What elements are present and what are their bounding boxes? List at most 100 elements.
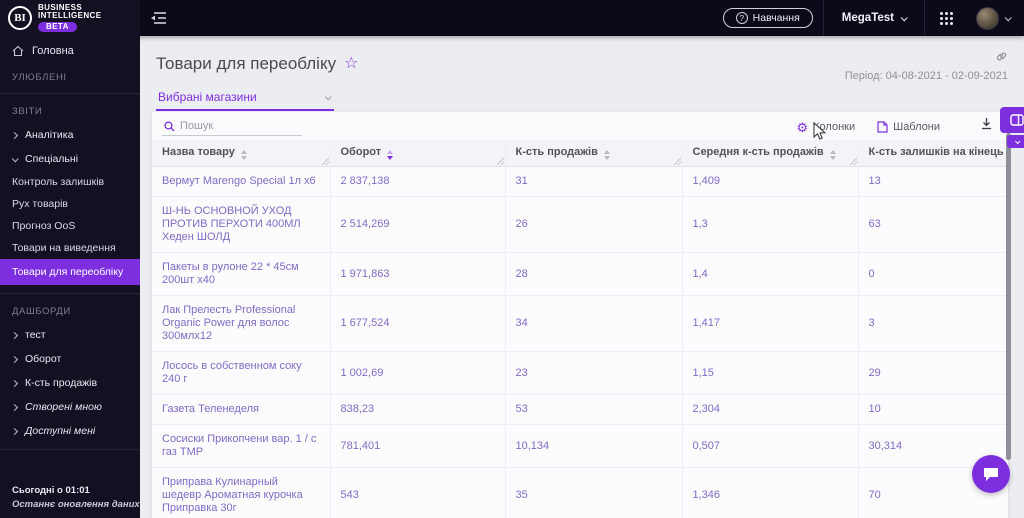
avatar <box>976 6 999 30</box>
value-cell: 0 <box>857 252 1008 296</box>
product-name-cell[interactable]: Газета Теленеделя <box>152 394 330 425</box>
value-cell: 34 <box>504 295 682 352</box>
value-cell: 838,23 <box>329 394 505 425</box>
header-stock-end[interactable]: К-сть залишків на кінець періоду <box>857 140 1008 167</box>
sidebar-dashboard-item[interactable]: К-сть продажів <box>0 371 140 395</box>
value-cell: 781,401 <box>329 424 505 468</box>
training-button[interactable]: ? Навчання <box>722 8 813 28</box>
chat-bubble-icon <box>984 468 998 481</box>
chevron-right-icon <box>10 131 19 139</box>
table-body: Вермут Marengo Special 1л х6 2 837,138 31 1… <box>152 166 1008 518</box>
value-cell: 543 <box>329 467 505 518</box>
header-avg-sales[interactable]: Середня к-сть продажів <box>681 140 858 167</box>
templates-button[interactable]: Шаблони <box>877 121 940 133</box>
vertical-scrollbar[interactable] <box>1006 133 1011 460</box>
sidebar-group-special[interactable]: Спеціальні <box>0 147 140 171</box>
columns-label: Колонки <box>813 121 856 133</box>
home-icon <box>12 45 24 57</box>
search-box[interactable] <box>162 118 302 136</box>
chevron-right-icon <box>10 331 19 339</box>
share-link-icon[interactable] <box>995 50 1008 68</box>
sidebar-dashboard-item[interactable]: Створені мною <box>0 395 140 419</box>
panel-icon <box>1010 114 1024 126</box>
sidebar-dashboard-item[interactable]: тест <box>0 323 140 347</box>
sort-icon-active <box>387 150 394 160</box>
data-update-status: Сьогодні о 01:01 Останнє оновлення даних <box>12 484 140 512</box>
value-cell: 28 <box>504 252 682 296</box>
question-icon: ? <box>735 12 748 24</box>
product-name-cell[interactable]: Пакеты в рулоне 22 * 45см 200шт х40 <box>152 252 330 296</box>
table-row[interactable]: Ш-НЬ ОСНОВНОЙ УХОД ПРОТИВ ПЕРХОТИ 400МЛ … <box>152 196 1008 253</box>
sidebar-report-item[interactable]: Товари для переобліку <box>0 259 140 285</box>
column-resize-handle[interactable] <box>496 157 504 165</box>
template-icon <box>877 121 888 133</box>
side-panel-button[interactable] <box>1000 107 1024 133</box>
product-name-cell[interactable]: Лосось в собственном соку 240 г <box>152 351 330 395</box>
favorites-section-label: УЛЮБЛЕНІ <box>12 72 67 83</box>
header-turnover[interactable]: Оборот <box>329 140 505 167</box>
sidebar-dashboard-item[interactable]: Оборот <box>0 347 140 371</box>
sidebar: BI BUSINESS INTELLIGENCE BETA Головна УЛ… <box>0 0 140 518</box>
home-label: Головна <box>32 45 74 57</box>
value-cell: 1 971,863 <box>329 252 505 296</box>
app-logo[interactable]: BI BUSINESS INTELLIGENCE BETA <box>0 0 140 36</box>
dashboards-list: тест Оборот К-сть продажів Створені мною Дос… <box>0 323 140 443</box>
value-cell: 35 <box>504 467 682 518</box>
store-filter-select[interactable]: Вибрані магазини <box>156 86 334 111</box>
product-name-cell[interactable]: Приправа Кулинарный шедевр Ароматная кур… <box>152 467 330 518</box>
table-row[interactable]: Сосиски Прикопчени вар. 1 / с газ ТМР 781… <box>152 424 1008 468</box>
search-input[interactable] <box>180 120 298 132</box>
value-cell: 23 <box>504 351 682 395</box>
table-row[interactable]: Газета Теленеделя 838,23 53 2,304 10 <box>152 394 1008 425</box>
sort-icon <box>829 150 836 160</box>
period-label: Період: 04-08-2021 - 02-09-2021 <box>844 70 1008 82</box>
user-menu[interactable] <box>968 0 1024 36</box>
product-name-cell[interactable]: Ш-НЬ ОСНОВНОЙ УХОД ПРОТИВ ПЕРХОТИ 400МЛ … <box>152 196 330 253</box>
sidebar-report-item[interactable]: Рух товарів <box>0 193 140 215</box>
sidebar-toggle-icon[interactable] <box>150 11 168 25</box>
dashboard-label: тест <box>25 329 46 341</box>
table-row[interactable]: Лак Прелесть Professional Organic Power … <box>152 295 1008 352</box>
templates-label: Шаблони <box>893 121 940 133</box>
chevron-down-icon <box>11 154 19 162</box>
download-button[interactable] <box>980 117 993 135</box>
product-name-cell[interactable]: Вермут Marengo Special 1л х6 <box>152 166 330 197</box>
header-sales-count[interactable]: К-сть продажів <box>504 140 682 167</box>
reports-section-label: ЗВІТИ <box>12 106 43 117</box>
sidebar-report-item[interactable]: Товари на виведення <box>0 237 140 259</box>
value-cell: 10,134 <box>504 424 682 468</box>
main-content: Товари для переобліку ☆ Період: 04-08-20… <box>140 36 1024 518</box>
dashboard-label: Оборот <box>25 353 62 365</box>
sidebar-report-item[interactable]: Контроль залишків <box>0 171 140 193</box>
favorite-star-icon[interactable]: ☆ <box>344 56 358 72</box>
value-cell: 2 837,138 <box>329 166 505 197</box>
table-row[interactable]: Пакеты в рулоне 22 * 45см 200шт х40 1 971… <box>152 252 1008 296</box>
column-resize-handle[interactable] <box>849 157 857 165</box>
table-row[interactable]: Вермут Marengo Special 1л х6 2 837,138 31 1… <box>152 166 1008 197</box>
sidebar-group-analytics[interactable]: Аналітика <box>0 123 140 147</box>
sidebar-report-item[interactable]: Прогноз OoS <box>0 215 140 237</box>
header-product-name[interactable]: Назва товару <box>152 140 330 167</box>
chat-button[interactable] <box>972 455 1010 493</box>
product-name-cell[interactable]: Сосиски Прикопчени вар. 1 / с газ ТМР <box>152 424 330 468</box>
side-panel-collapse-tab[interactable] <box>1007 135 1024 148</box>
dashboard-label: Створені мною <box>25 401 102 413</box>
product-name-cell[interactable]: Лак Прелесть Professional Organic Power … <box>152 295 330 352</box>
apps-grid-button[interactable] <box>925 0 968 36</box>
sort-icon <box>240 150 247 160</box>
chevron-right-icon <box>10 355 19 363</box>
page-title: Товари для переобліку <box>156 54 337 73</box>
chevron-down-icon <box>324 92 332 100</box>
sidebar-item-home[interactable]: Головна <box>0 36 140 64</box>
sidebar-dashboard-item[interactable]: Доступні мені <box>0 419 140 443</box>
columns-button[interactable]: ⚙ Колонки <box>796 121 855 134</box>
table-row[interactable]: Лосось в собственном соку 240 г1 002,69 2… <box>152 351 1008 395</box>
workspace-dropdown[interactable]: MegaTest <box>824 0 924 36</box>
value-cell: 1,3 <box>681 196 858 253</box>
products-table: Назва товару Оборот К-сть продажів Серед… <box>152 140 1008 518</box>
table-row[interactable]: Приправа Кулинарный шедевр Ароматная кур… <box>152 467 1008 518</box>
store-filter-value: Вибрані магазини <box>158 90 257 104</box>
chevron-down-icon <box>1014 137 1021 144</box>
column-resize-handle[interactable] <box>673 157 681 165</box>
column-resize-handle[interactable] <box>321 157 329 165</box>
